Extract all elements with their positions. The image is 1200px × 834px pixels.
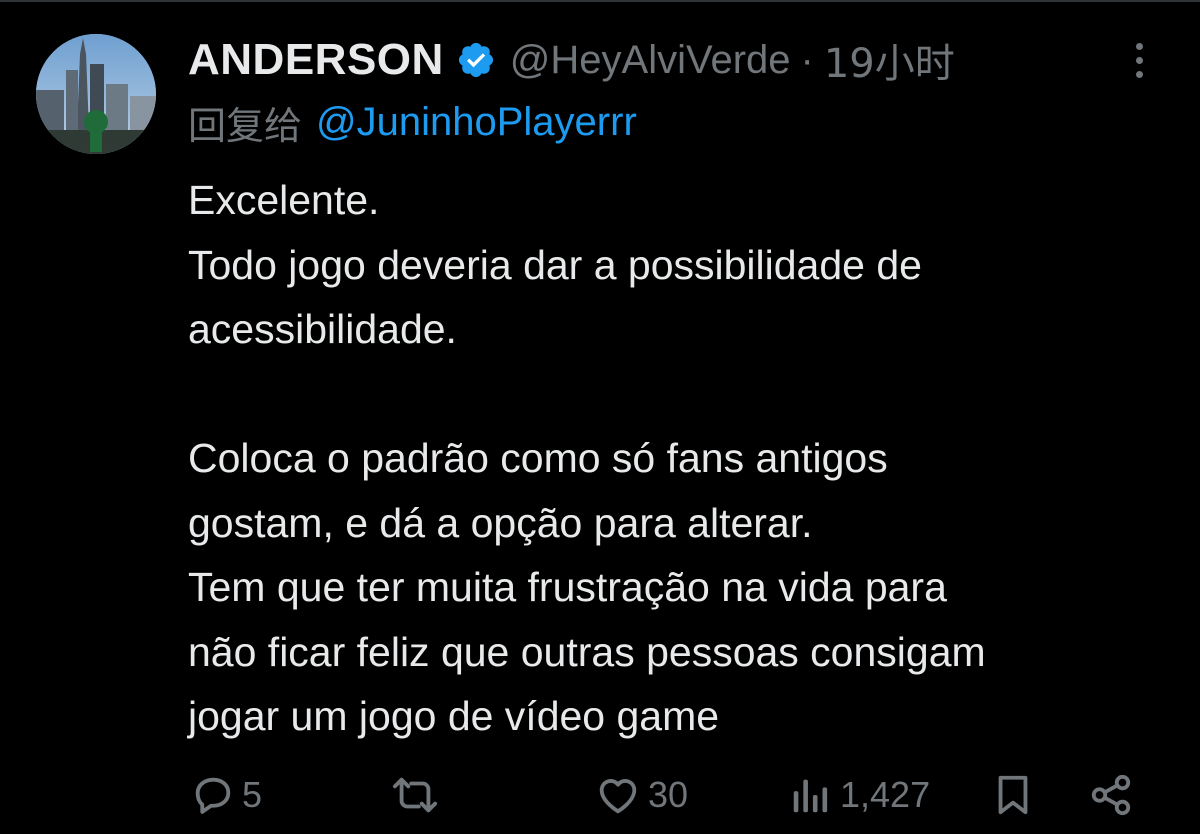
tweet-line: não ficar feliz que outras pessoas consi… (188, 628, 986, 675)
verified-badge-icon[interactable] (456, 40, 496, 80)
retweet-button[interactable] (390, 770, 446, 820)
timestamp[interactable]: 19小时 (824, 31, 955, 89)
tweet-line: Coloca o padrão como só fans antigos (188, 435, 888, 481)
tweet-text: Excelente. Todo jogo deveria dar a possi… (188, 168, 1178, 749)
tweet-line: acessibilidade. (188, 306, 457, 352)
retweet-icon (390, 772, 440, 818)
user-handle[interactable]: @HeyAlviVerde (510, 38, 791, 83)
reply-to-handle-link[interactable]: @JuninhoPlayerrr (316, 100, 637, 145)
heart-icon (594, 772, 642, 818)
reply-button[interactable]: 5 (190, 770, 262, 820)
more-options-icon[interactable] (1124, 36, 1154, 84)
tweet-line: gostam, e dá a opção para alterar. (188, 499, 813, 546)
tweet-line: Excelente. (188, 177, 380, 223)
reply-icon (190, 772, 236, 818)
tweet-line: Todo jogo deveria dar a possibilidade de (188, 241, 922, 288)
views-button[interactable]: 1,427 (788, 770, 930, 820)
top-divider (0, 0, 1200, 2)
like-count: 30 (648, 774, 689, 815)
tweet-header: ANDERSON @HeyAlviVerde · 19小时 (188, 30, 1108, 90)
bookmark-button[interactable] (990, 770, 1036, 820)
reply-prefix: 回复给 (188, 103, 303, 148)
separator-dot: · (800, 37, 814, 82)
views-chart-icon (788, 772, 834, 818)
action-bar: 5 30 1,427 (0, 760, 1200, 830)
views-count: 1,427 (840, 774, 931, 815)
tweet-line: Tem que ter muita frustração na vida par… (188, 564, 947, 610)
bookmark-icon (990, 772, 1036, 818)
tweet-line: jogar um jogo de vídeo game (188, 693, 720, 739)
display-name[interactable]: ANDERSON (188, 35, 444, 85)
avatar-image (36, 34, 156, 154)
share-button[interactable] (1088, 770, 1134, 820)
reply-context: 回复给 @JuninhoPlayerrr (188, 96, 637, 148)
share-icon (1088, 772, 1134, 818)
avatar[interactable] (36, 34, 156, 154)
reply-count: 5 (242, 774, 263, 815)
like-button[interactable]: 30 (594, 770, 688, 820)
